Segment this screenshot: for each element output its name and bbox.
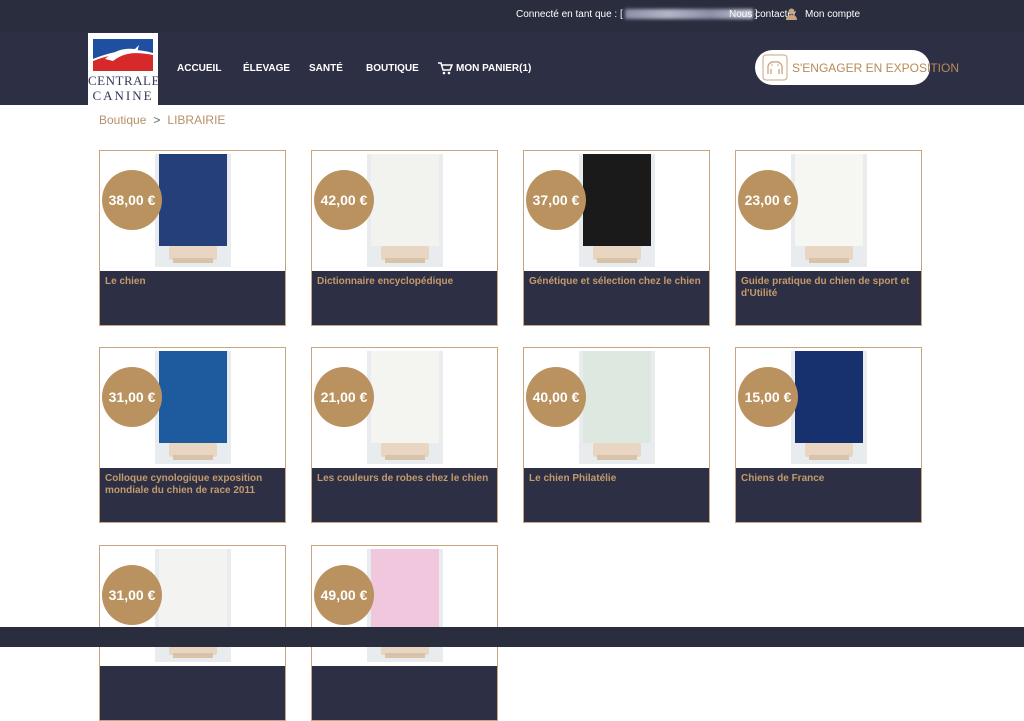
book-cover xyxy=(795,351,863,443)
price-badge: 40,00 € xyxy=(526,367,586,427)
product-title[interactable]: Le chien xyxy=(105,276,280,288)
product-card[interactable]: 38,00 € Le chien xyxy=(99,150,286,326)
product-title[interactable]: Colloque cynologique exposition mondiale… xyxy=(105,473,280,497)
logo-text-line2: CANINE xyxy=(92,88,154,103)
engage-exhibition-button[interactable]: S'ENGAGER EN EXPOSITION xyxy=(755,50,959,85)
book-stand-base xyxy=(597,455,637,460)
nav-accueil[interactable]: ACCUEIL xyxy=(177,63,221,74)
price-badge: 38,00 € xyxy=(102,170,162,230)
footer-bar xyxy=(0,627,1024,647)
price-badge: 49,00 € xyxy=(314,565,374,625)
book-stand-base xyxy=(385,455,425,460)
product-image[interactable] xyxy=(791,154,867,267)
product-card[interactable]: 42,00 € Dictionnaire encyclopédique xyxy=(311,150,498,326)
book-cover xyxy=(371,351,439,443)
product-title[interactable]: Le chien Philatélie xyxy=(529,473,704,485)
breadcrumb-separator: > xyxy=(153,113,161,127)
centrale-canine-logo[interactable]: CENTRALE CANINE xyxy=(88,33,160,105)
product-image[interactable] xyxy=(791,351,867,464)
book-cover xyxy=(159,154,227,246)
product-title[interactable]: Les couleurs de robes chez le chien xyxy=(317,473,492,485)
cart-icon[interactable] xyxy=(438,62,453,75)
price-badge: 42,00 € xyxy=(314,170,374,230)
product-card[interactable]: 23,00 € Guide pratique du chien de sport … xyxy=(735,150,922,326)
product-title[interactable]: Dictionnaire encyclopédique xyxy=(317,276,492,288)
book-stand-base xyxy=(385,653,425,658)
book-stand-base xyxy=(597,258,637,263)
product-title-bar xyxy=(100,666,285,720)
top-utility-bar: Connecté en tant que : [] Nous contacter… xyxy=(0,0,1024,32)
book-stand-base xyxy=(173,653,213,658)
product-card[interactable]: 40,00 € Le chien Philatélie xyxy=(523,347,710,523)
book-cover xyxy=(583,154,651,246)
book-cover xyxy=(159,351,227,443)
book-cover xyxy=(371,154,439,246)
logo-text-line1: CENTRALE xyxy=(88,73,160,88)
product-card[interactable]: 15,00 € Chiens de France xyxy=(735,347,922,523)
nav-elevage[interactable]: ÉLEVAGE xyxy=(243,63,290,74)
product-title[interactable]: Guide pratique du chien de sport et d'Ut… xyxy=(741,276,916,300)
product-title[interactable]: Chiens de France xyxy=(741,473,916,485)
product-image[interactable] xyxy=(579,351,655,464)
book-cover xyxy=(583,351,651,443)
account-link[interactable]: Mon compte xyxy=(805,9,860,20)
product-image[interactable] xyxy=(579,154,655,267)
product-image[interactable] xyxy=(367,154,443,267)
price-badge: 37,00 € xyxy=(526,170,586,230)
price-badge: 23,00 € xyxy=(738,170,798,230)
price-badge: 15,00 € xyxy=(738,367,798,427)
product-card[interactable]: 37,00 € Génétique et sélection chez le ch… xyxy=(523,150,710,326)
price-badge: 31,00 € xyxy=(102,367,162,427)
book-stand-base xyxy=(809,258,849,263)
product-title-bar xyxy=(312,666,497,720)
logo-flag-icon xyxy=(93,39,153,71)
price-badge: 21,00 € xyxy=(314,367,374,427)
book-stand-base xyxy=(385,258,425,263)
nav-sante[interactable]: SANTÉ xyxy=(309,63,343,74)
nav-cart[interactable]: MON PANIER(1) xyxy=(456,63,531,74)
product-card[interactable]: 31,00 € Colloque cynologique exposition m… xyxy=(99,347,286,523)
product-image[interactable] xyxy=(367,351,443,464)
connected-label: Connecté en tant que : [ xyxy=(516,9,623,20)
product-image[interactable] xyxy=(155,351,231,464)
book-stand-base xyxy=(173,455,213,460)
price-badge: 31,00 € xyxy=(102,565,162,625)
user-icon[interactable] xyxy=(786,8,797,20)
breadcrumb: Boutique > LIBRAIRIE xyxy=(99,113,225,127)
engage-exhibition-label: S'ENGAGER EN EXPOSITION xyxy=(792,61,959,75)
product-image[interactable] xyxy=(155,154,231,267)
book-stand-base xyxy=(173,258,213,263)
breadcrumb-boutique[interactable]: Boutique xyxy=(99,113,146,127)
book-stand-base xyxy=(809,455,849,460)
dog-show-icon xyxy=(762,54,788,81)
nav-boutique[interactable]: BOUTIQUE xyxy=(366,63,419,74)
connected-as-text: Connecté en tant que : [] xyxy=(516,9,758,20)
book-cover xyxy=(795,154,863,246)
product-card[interactable]: 21,00 € Les couleurs de robes chez le chi… xyxy=(311,347,498,523)
breadcrumb-librairie: LIBRAIRIE xyxy=(167,113,226,127)
product-title[interactable]: Génétique et sélection chez le chien xyxy=(529,276,704,288)
